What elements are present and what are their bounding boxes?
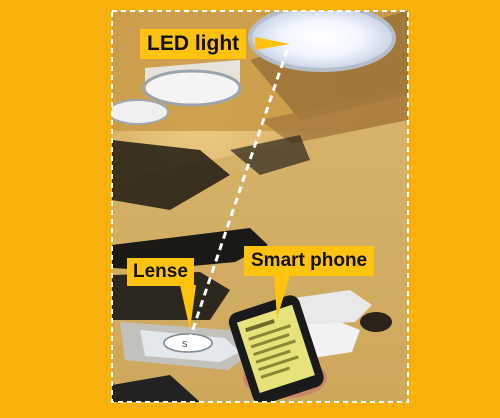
led-light-label: LED light: [140, 29, 247, 59]
photo-illustration: S: [111, 10, 409, 403]
lense-label: Lense: [127, 258, 194, 286]
led-lamp-main: [248, 11, 396, 72]
smart-phone-label: Smart phone: [244, 246, 375, 276]
led-lamp-far-left: [112, 99, 169, 125]
svg-text:S: S: [182, 340, 187, 349]
